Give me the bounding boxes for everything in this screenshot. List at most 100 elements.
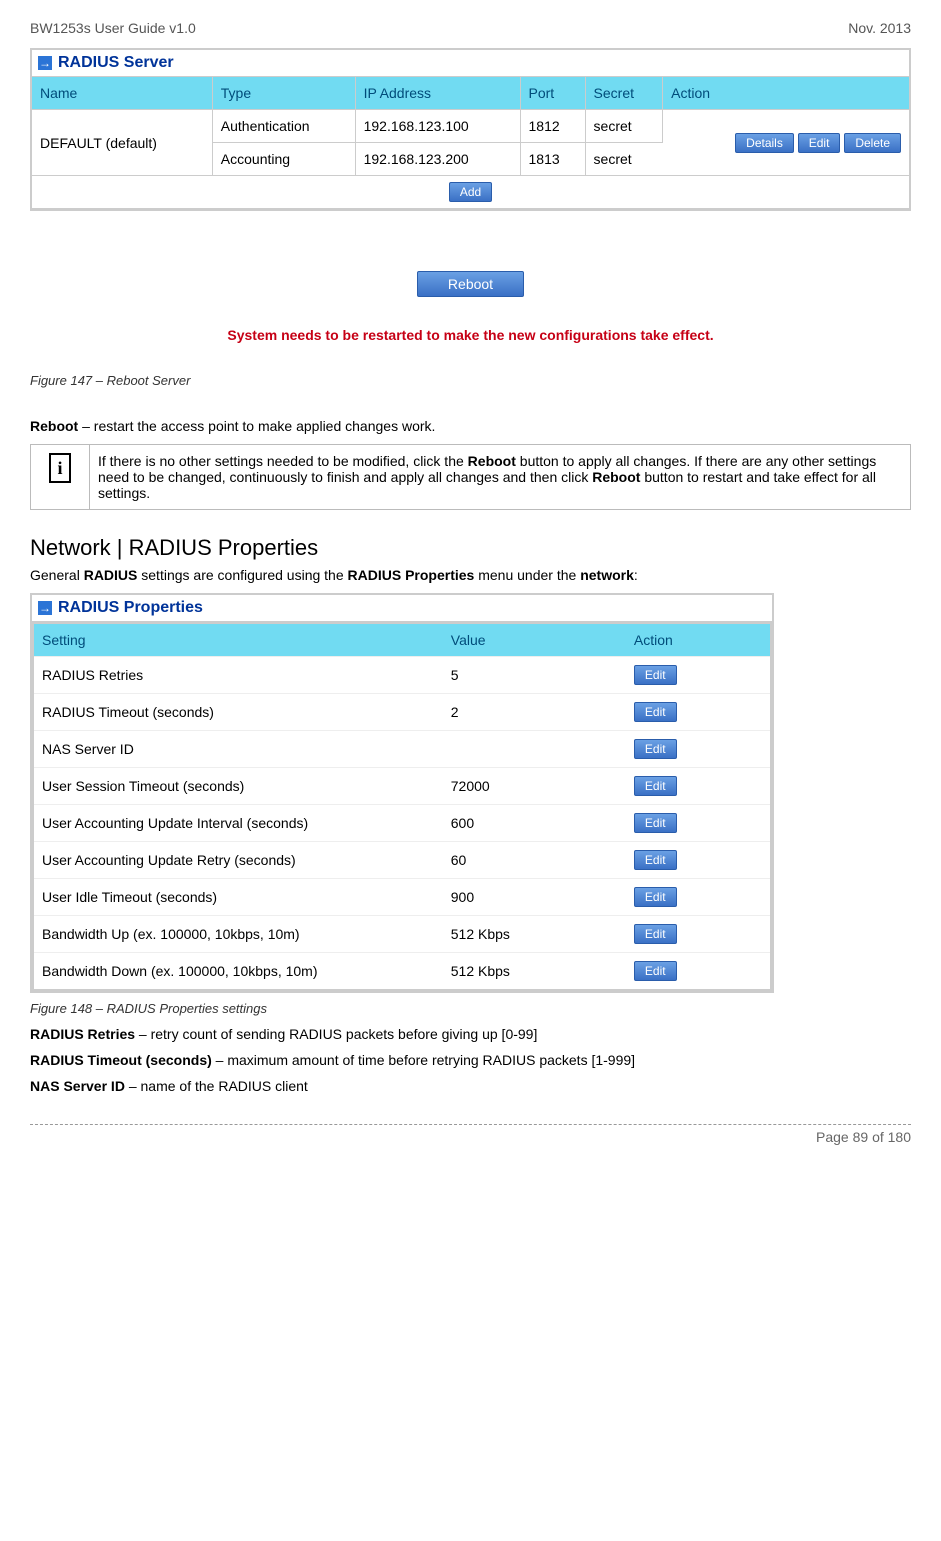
setting-cell: RADIUS Retries (33, 657, 443, 694)
table-row: DEFAULT (default) Authentication 192.168… (32, 110, 909, 143)
table-row: User Session Timeout (seconds)72000 Edit (33, 768, 771, 805)
gen-pre: General (30, 567, 84, 583)
port-cell: 1813 (520, 143, 585, 176)
value-cell: 512 Kbps (443, 953, 626, 991)
setting-cell: User Idle Timeout (seconds) (33, 879, 443, 916)
ip-cell: 192.168.123.100 (355, 110, 520, 143)
gen-b1: RADIUS (84, 567, 138, 583)
desc2-rest: – maximum amount of time before retrying… (212, 1052, 635, 1068)
radius-properties-title: → RADIUS Properties (32, 595, 772, 622)
action-cell: Edit (626, 768, 771, 805)
desc3-bold: NAS Server ID (30, 1078, 125, 1094)
action-cell: Edit (626, 694, 771, 731)
add-row: Add (32, 176, 909, 209)
reboot-button[interactable]: Reboot (417, 271, 524, 297)
setting-cell: Bandwidth Up (ex. 100000, 10kbps, 10m) (33, 916, 443, 953)
name-cell: DEFAULT (default) (32, 110, 212, 176)
table-row: Bandwidth Up (ex. 100000, 10kbps, 10m)51… (33, 916, 771, 953)
edit-button[interactable]: Edit (798, 133, 841, 153)
action-cell: Details Edit Delete (663, 110, 909, 176)
note-bold-1: Reboot (468, 453, 516, 469)
note-text: If there is no other settings needed to … (90, 445, 911, 510)
action-cell: Edit (626, 657, 771, 694)
arrow-right-icon: → (38, 56, 52, 70)
value-cell: 900 (443, 879, 626, 916)
gen-mid2: menu under the (474, 567, 580, 583)
add-button[interactable]: Add (449, 182, 492, 202)
col-value: Value (443, 623, 626, 657)
desc1-rest: – retry count of sending RADIUS packets … (135, 1026, 537, 1042)
value-cell (443, 731, 626, 768)
desc-radius-retries: RADIUS Retries – retry count of sending … (30, 1026, 911, 1042)
setting-cell: User Accounting Update Interval (seconds… (33, 805, 443, 842)
radius-server-table: Name Type IP Address Port Secret Action … (32, 77, 909, 209)
col-setting: Setting (33, 623, 443, 657)
setting-cell: RADIUS Timeout (seconds) (33, 694, 443, 731)
desc3-rest: – name of the RADIUS client (125, 1078, 308, 1094)
ip-cell: 192.168.123.200 (355, 143, 520, 176)
reboot-description: Reboot – restart the access point to mak… (30, 418, 911, 434)
desc-radius-timeout: RADIUS Timeout (seconds) – maximum amoun… (30, 1052, 911, 1068)
value-cell: 72000 (443, 768, 626, 805)
edit-button[interactable]: Edit (634, 665, 677, 685)
edit-button[interactable]: Edit (634, 739, 677, 759)
note-box: i If there is no other settings needed t… (30, 444, 911, 510)
table-row: User Idle Timeout (seconds)900 Edit (33, 879, 771, 916)
table-row: RADIUS Timeout (seconds)2 Edit (33, 694, 771, 731)
reboot-message: System needs to be restarted to make the… (30, 327, 911, 343)
gen-mid: settings are configured using the (137, 567, 347, 583)
details-button[interactable]: Details (735, 133, 794, 153)
port-cell: 1812 (520, 110, 585, 143)
action-cell: Edit (626, 731, 771, 768)
action-cell: Edit (626, 842, 771, 879)
section-title: Network | RADIUS Properties (30, 535, 911, 561)
gen-b3: network (580, 567, 634, 583)
table-header-row: Setting Value Action (33, 623, 771, 657)
type-cell: Accounting (212, 143, 355, 176)
col-port: Port (520, 77, 585, 110)
value-cell: 60 (443, 842, 626, 879)
page-number: Page 89 of 180 (816, 1129, 911, 1145)
secret-cell: secret (585, 143, 663, 176)
desc1-bold: RADIUS Retries (30, 1026, 135, 1042)
action-cell: Edit (626, 953, 771, 991)
table-row: User Accounting Update Interval (seconds… (33, 805, 771, 842)
edit-button[interactable]: Edit (634, 702, 677, 722)
action-cell: Edit (626, 805, 771, 842)
edit-button[interactable]: Edit (634, 924, 677, 944)
setting-cell: NAS Server ID (33, 731, 443, 768)
table-row: Bandwidth Down (ex. 100000, 10kbps, 10m)… (33, 953, 771, 991)
radius-properties-table: Setting Value Action RADIUS Retries5 Edit… (32, 622, 772, 991)
setting-cell: User Session Timeout (seconds) (33, 768, 443, 805)
setting-cell: Bandwidth Down (ex. 100000, 10kbps, 10m) (33, 953, 443, 991)
panel-title-text: RADIUS Properties (58, 599, 203, 617)
note-text-1: If there is no other settings needed to … (98, 453, 468, 469)
table-row: RADIUS Retries5 Edit (33, 657, 771, 694)
value-cell: 512 Kbps (443, 916, 626, 953)
delete-button[interactable]: Delete (844, 133, 901, 153)
note-bold-2: Reboot (592, 469, 640, 485)
edit-button[interactable]: Edit (634, 850, 677, 870)
radius-server-panel: → RADIUS Server Name Type IP Address Por… (30, 48, 911, 211)
edit-button[interactable]: Edit (634, 776, 677, 796)
edit-button[interactable]: Edit (634, 887, 677, 907)
value-cell: 5 (443, 657, 626, 694)
col-action: Action (626, 623, 771, 657)
desc-nas-server-id: NAS Server ID – name of the RADIUS clien… (30, 1078, 911, 1094)
reboot-term-rest: – restart the access point to make appli… (78, 418, 435, 434)
value-cell: 600 (443, 805, 626, 842)
figure-148-caption: Figure 148 – RADIUS Properties settings (30, 1001, 911, 1016)
edit-button[interactable]: Edit (634, 813, 677, 833)
edit-button[interactable]: Edit (634, 961, 677, 981)
col-action: Action (663, 77, 909, 110)
value-cell: 2 (443, 694, 626, 731)
header-left: BW1253s User Guide v1.0 (30, 20, 196, 36)
gen-b2: RADIUS Properties (348, 567, 475, 583)
setting-cell: User Accounting Update Retry (seconds) (33, 842, 443, 879)
header-right: Nov. 2013 (848, 20, 911, 36)
col-type: Type (212, 77, 355, 110)
info-icon: i (49, 453, 71, 483)
action-cell: Edit (626, 879, 771, 916)
figure-147-caption: Figure 147 – Reboot Server (30, 373, 911, 388)
general-description: General RADIUS settings are configured u… (30, 567, 911, 583)
